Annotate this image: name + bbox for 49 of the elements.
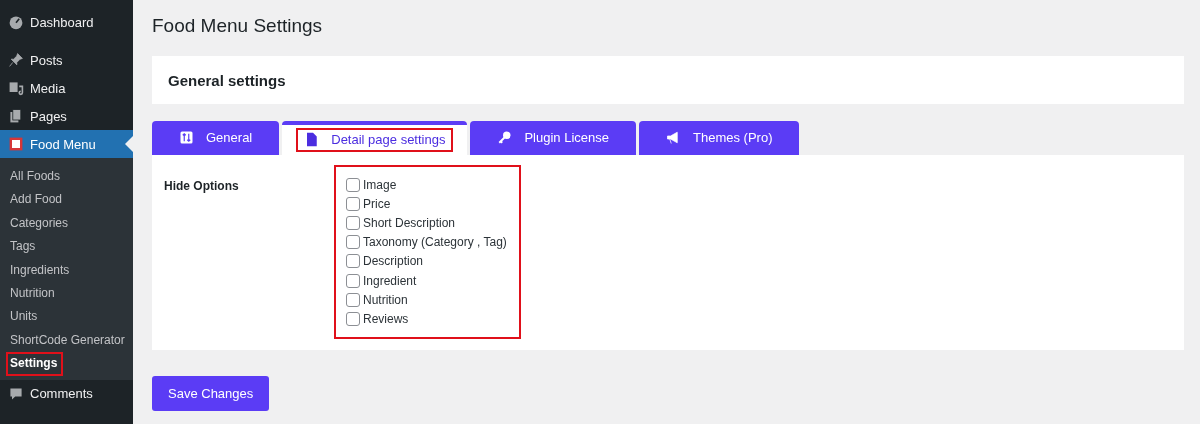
checkbox[interactable] bbox=[346, 235, 360, 250]
submenu-item[interactable]: Ingredients bbox=[0, 258, 76, 282]
checkbox[interactable] bbox=[346, 177, 360, 192]
gauge-icon bbox=[8, 14, 24, 30]
submenu-item[interactable]: ShortCode Generator bbox=[0, 328, 131, 353]
checkbox-label: Ingredient bbox=[363, 273, 417, 288]
save-button[interactable]: Save Changes bbox=[152, 376, 270, 411]
key-icon bbox=[497, 130, 513, 145]
checkbox[interactable] bbox=[346, 273, 360, 288]
sort-icon bbox=[179, 130, 194, 145]
menu-item[interactable]: Dashboard bbox=[0, 8, 133, 36]
submenu-item[interactable]: Settings bbox=[6, 352, 64, 376]
submenu-item[interactable]: Categories bbox=[0, 211, 75, 236]
checkbox-label: Description bbox=[363, 254, 424, 269]
checkbox-label: Image bbox=[363, 177, 397, 192]
submenu-item[interactable]: All Foods bbox=[0, 165, 67, 189]
submenu-item[interactable]: Units bbox=[0, 305, 44, 329]
tab[interactable]: General bbox=[152, 121, 280, 155]
megaphone-icon bbox=[666, 130, 681, 145]
menu-item[interactable]: Comments bbox=[0, 379, 133, 408]
checkbox[interactable] bbox=[346, 254, 360, 269]
checkbox-label: Taxonomy (Category , Tag) bbox=[363, 235, 507, 250]
document-icon bbox=[304, 132, 320, 147]
page-title: Food Menu Settings bbox=[152, 15, 324, 37]
pin-icon bbox=[8, 52, 24, 68]
checkbox-label: Price bbox=[363, 196, 391, 211]
checkbox[interactable] bbox=[346, 292, 360, 307]
checkbox[interactable] bbox=[346, 311, 360, 326]
media-icon bbox=[8, 80, 24, 96]
tab[interactable]: Detail page settings bbox=[282, 121, 468, 155]
pages-icon bbox=[8, 108, 24, 124]
submenu-item[interactable]: Add Food bbox=[0, 188, 69, 212]
checkbox-label: Reviews bbox=[363, 311, 409, 326]
menu-item[interactable]: Pages bbox=[0, 102, 133, 130]
checkbox[interactable] bbox=[346, 196, 360, 211]
checkbox[interactable] bbox=[346, 215, 360, 230]
menu-item[interactable]: Food Menu bbox=[0, 130, 133, 158]
tab[interactable]: Plugin License bbox=[470, 121, 636, 155]
submenu-item[interactable]: Nutrition bbox=[0, 281, 61, 306]
speech-bubble-icon bbox=[8, 385, 24, 402]
menu-item[interactable]: Posts bbox=[0, 46, 133, 74]
menu-item[interactable]: Media bbox=[0, 74, 133, 102]
field-label: Hide Options bbox=[164, 178, 240, 195]
tab[interactable]: Themes (Pro) bbox=[639, 121, 800, 155]
checkbox-label: Nutrition bbox=[363, 292, 408, 307]
submenu-item[interactable]: Tags bbox=[0, 235, 42, 259]
checkbox-label: Short Description bbox=[363, 215, 456, 230]
food-icon bbox=[8, 136, 24, 152]
section-title: General settings bbox=[168, 71, 286, 89]
